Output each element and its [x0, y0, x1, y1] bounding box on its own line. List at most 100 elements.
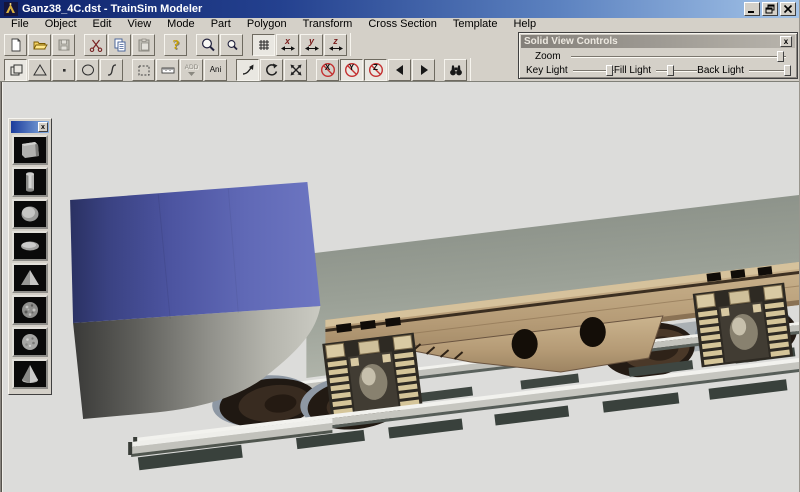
new-file-icon: [8, 37, 24, 53]
point-mode-button[interactable]: [52, 59, 75, 81]
toolbar-separator: [244, 34, 251, 56]
shape-palette-titlebar[interactable]: x: [11, 121, 49, 133]
menu-item-edit[interactable]: Edit: [85, 18, 120, 31]
new-button[interactable]: [4, 34, 27, 56]
copy-pages-icon: [112, 37, 128, 53]
box-select-mode-button[interactable]: [4, 59, 27, 81]
shape-box-button[interactable]: [12, 135, 48, 165]
grid-toggle-button[interactable]: [252, 34, 275, 56]
shape-rough-sphere-button[interactable]: [12, 327, 48, 357]
cone-primitive-icon: [15, 361, 45, 387]
key-light-slider[interactable]: [573, 64, 614, 77]
box-primitive-icon: [15, 137, 45, 163]
menu-item-object[interactable]: Object: [37, 18, 85, 31]
close-icon: [783, 4, 793, 14]
solid-view-controls-titlebar[interactable]: Solid View Controls x: [521, 35, 795, 48]
restore-button[interactable]: [762, 2, 778, 16]
scale-arrows-icon: [288, 62, 304, 78]
left-triangle-icon: [392, 62, 408, 78]
double-arrow-icon: [305, 45, 319, 52]
shape-cylinder-button[interactable]: [12, 167, 48, 197]
clipboard-icon: [136, 37, 152, 53]
slider-thumb[interactable]: [777, 51, 784, 62]
shape-sphere-button[interactable]: [12, 199, 48, 229]
menu-item-template[interactable]: Template: [445, 18, 506, 31]
solid-view-controls-panel: Solid View Controls x Zoom Key Light Fil…: [518, 32, 798, 79]
slider-thumb[interactable]: [606, 65, 613, 76]
menu-item-help[interactable]: Help: [505, 18, 544, 31]
viewport-left-edge: [0, 82, 3, 492]
find-button[interactable]: [444, 59, 467, 81]
menu-item-cross-section[interactable]: Cross Section: [360, 18, 444, 31]
right-spring-pack[interactable]: [693, 283, 793, 368]
right-triangle-icon: [416, 62, 432, 78]
copy-button[interactable]: [108, 34, 131, 56]
zoom-in-button[interactable]: [196, 34, 219, 56]
toolbar-separator: [76, 34, 83, 56]
shape-palette-close-button[interactable]: x: [38, 122, 48, 132]
menu-item-view[interactable]: View: [120, 18, 160, 31]
toolbar-area: ?? x y z ADD Ani X: [0, 31, 799, 82]
spline-mode-button[interactable]: [100, 59, 123, 81]
minimize-button[interactable]: [744, 2, 760, 16]
plate-hole: [512, 329, 538, 359]
menu-item-part[interactable]: Part: [203, 18, 239, 31]
animation-button[interactable]: Ani: [204, 59, 227, 81]
rotate-button[interactable]: [260, 59, 283, 81]
triangle-mode-button[interactable]: [28, 59, 51, 81]
shape-disc-button[interactable]: [12, 231, 48, 261]
fill-light-slider[interactable]: [656, 64, 697, 77]
binoculars-icon: [448, 62, 464, 78]
slider-thumb[interactable]: [784, 65, 791, 76]
move-arrow-icon: [240, 62, 256, 78]
close-button[interactable]: [780, 2, 796, 16]
next-button[interactable]: [412, 59, 435, 81]
shape-cone-button[interactable]: [12, 359, 48, 389]
menu-item-transform[interactable]: Transform: [295, 18, 361, 31]
add-button[interactable]: ADD: [180, 59, 203, 81]
move-button[interactable]: [236, 59, 259, 81]
shape-geosphere-button[interactable]: [12, 295, 48, 325]
previous-button[interactable]: [388, 59, 411, 81]
axis-z-button[interactable]: z: [324, 34, 347, 56]
scale-button[interactable]: [284, 59, 307, 81]
toolbar-divider: [470, 58, 471, 81]
zoom-slider[interactable]: [571, 50, 786, 63]
viewport-3d[interactable]: x: [0, 82, 799, 492]
measure-button[interactable]: [156, 59, 179, 81]
axis-y-button[interactable]: y: [300, 34, 323, 56]
paste-button[interactable]: [132, 34, 155, 56]
lock-x-button[interactable]: X: [316, 59, 339, 81]
slider-thumb[interactable]: [667, 65, 674, 76]
toolbar-divider: [350, 33, 351, 56]
lock-z-button[interactable]: Z: [364, 59, 387, 81]
toolbar-separator: [228, 59, 235, 81]
menu-item-mode[interactable]: Mode: [159, 18, 203, 31]
marquee-select-button[interactable]: [132, 59, 155, 81]
trainsim-modeler-window: Ganz38_4C.dst - TrainSim Modeler FileObj…: [0, 0, 800, 492]
cut-button[interactable]: [84, 34, 107, 56]
axis-x-button[interactable]: x: [276, 34, 299, 56]
window-titlebar[interactable]: Ganz38_4C.dst - TrainSim Modeler: [0, 0, 799, 18]
back-light-slider[interactable]: [749, 64, 790, 77]
disc-primitive-icon: [15, 233, 45, 259]
menu-item-file[interactable]: File: [3, 18, 37, 31]
left-spring-pack[interactable]: [322, 333, 422, 418]
viewport-3d-scene[interactable]: [0, 82, 799, 492]
zoom-slider-label: Zoom: [535, 51, 561, 62]
zoom-out-button[interactable]: [220, 34, 243, 56]
help-button[interactable]: ??: [164, 34, 187, 56]
rough-sphere-primitive-icon: [15, 329, 45, 355]
lock-y-button[interactable]: Y: [340, 59, 363, 81]
toolbar-separator: [308, 59, 315, 81]
open-button[interactable]: [28, 34, 51, 56]
circle-mode-button[interactable]: [76, 59, 99, 81]
shape-pyramid-button[interactable]: [12, 263, 48, 293]
save-button[interactable]: [52, 34, 75, 56]
menu-item-polygon[interactable]: Polygon: [239, 18, 295, 31]
solid-view-controls-close-button[interactable]: x: [780, 36, 792, 47]
shape-palette: x: [8, 118, 52, 395]
close-icon: x: [41, 124, 45, 131]
sphere-primitive-icon: [15, 201, 45, 227]
plate-hole: [580, 317, 606, 347]
